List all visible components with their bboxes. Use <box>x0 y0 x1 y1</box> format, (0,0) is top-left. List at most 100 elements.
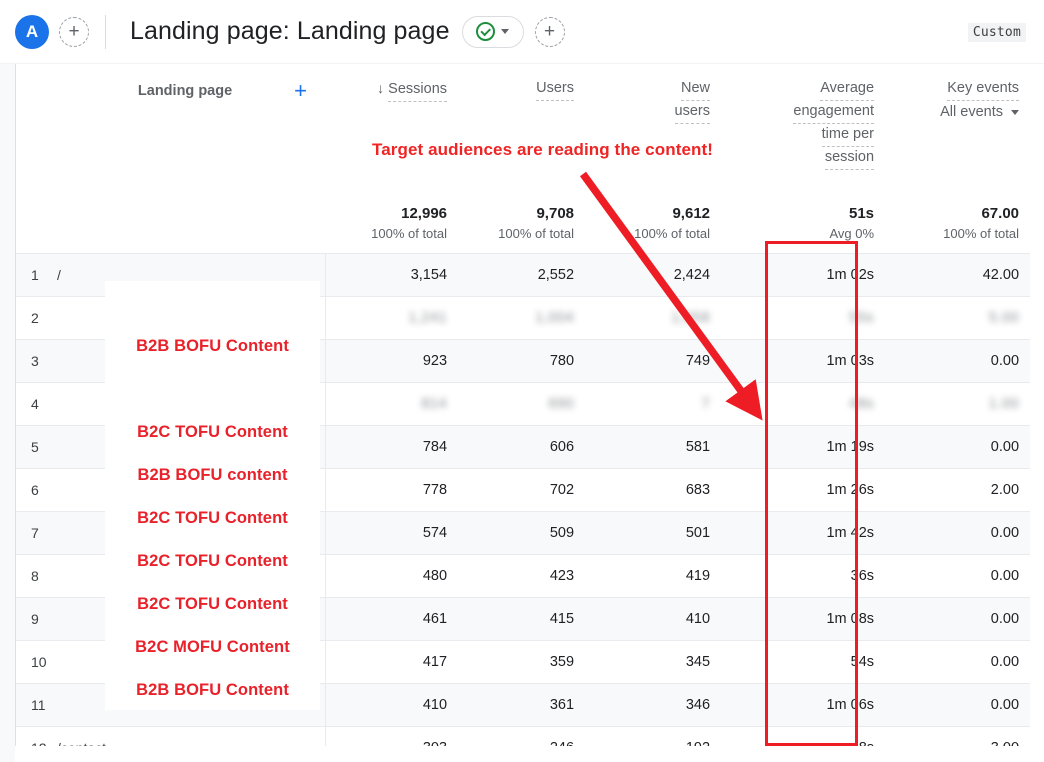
summary-key-events: 67.00 100% of total <box>886 170 1030 254</box>
column-header-avg-engagement[interactable]: Average engagement time per session <box>722 64 886 170</box>
key-events-filter-select[interactable]: All events <box>940 102 1019 123</box>
cell-new-users: 7 <box>586 383 722 426</box>
row-index: 2 <box>16 297 57 340</box>
cell-new-users: 410 <box>586 598 722 641</box>
cell-key-events: 0.00 <box>886 340 1030 383</box>
row-index: 5 <box>16 426 57 469</box>
redacted-value: 1,004 <box>535 310 574 326</box>
cell-avg-engagement: 1m 19s <box>722 426 886 469</box>
summary-sessions: 12,996 100% of total <box>325 170 459 254</box>
cell-users: 415 <box>459 598 586 641</box>
cell-users: 690 <box>459 383 586 426</box>
column-header-sessions[interactable]: ↓Sessions <box>325 64 459 170</box>
row-landing-page <box>57 426 325 469</box>
row-index: 9 <box>16 598 57 641</box>
table-row[interactable]: 67787026831m 26s2.00 <box>16 469 1030 512</box>
summary-key-events-sub: 100% of total <box>886 224 1019 243</box>
table-row[interactable]: 12/contact30324619248s3.00 <box>16 727 1030 747</box>
redacted-value: 5.00 <box>989 310 1019 326</box>
divider <box>105 15 106 49</box>
row-landing-page <box>57 684 325 727</box>
custom-badge: Custom <box>968 23 1026 42</box>
table-row[interactable]: 57846065811m 19s0.00 <box>16 426 1030 469</box>
summary-new-users: 9,612 100% of total <box>586 170 722 254</box>
add-dimension-icon[interactable]: + <box>294 80 307 102</box>
row-landing-page: /contact <box>57 727 325 747</box>
chevron-down-icon[interactable] <box>1011 110 1019 115</box>
summary-new-users-sub: 100% of total <box>586 224 710 243</box>
table-row[interactable]: 94614154101m 08s0.00 <box>16 598 1030 641</box>
cell-sessions: 417 <box>325 641 459 684</box>
column-label-engagement-line4[interactable]: session <box>825 147 874 170</box>
cell-avg-engagement: 1m 06s <box>722 684 886 727</box>
row-index: 8 <box>16 555 57 598</box>
add-comparison-icon[interactable]: + <box>535 17 565 47</box>
row-landing-page <box>57 469 325 512</box>
table-row[interactable]: 21,2411,0041,05855s5.00 <box>16 297 1030 340</box>
cell-sessions: 303 <box>325 727 459 747</box>
chevron-down-icon[interactable] <box>501 29 509 34</box>
add-account-icon[interactable]: + <box>59 17 89 47</box>
column-header-key-events[interactable]: Key events All events <box>886 64 1030 170</box>
cell-avg-engagement: 1m 26s <box>722 469 886 512</box>
cell-key-events: 0.00 <box>886 684 1030 727</box>
column-label-sessions[interactable]: Sessions <box>388 79 447 102</box>
redacted-value: 690 <box>548 396 574 412</box>
key-events-filter-value: All events <box>940 102 1003 123</box>
summary-users-sub: 100% of total <box>459 224 574 243</box>
cell-new-users: 501 <box>586 512 722 555</box>
cell-avg-engagement: 1m 08s <box>722 598 886 641</box>
cell-key-events: 2.00 <box>886 469 1030 512</box>
cell-users: 2,552 <box>459 254 586 297</box>
sort-descending-icon[interactable]: ↓ <box>377 80 384 96</box>
table-row[interactable]: 1/3,1542,5522,4241m 02s42.00 <box>16 254 1030 297</box>
cell-avg-engagement: 48s <box>722 727 886 747</box>
cell-new-users: 683 <box>586 469 722 512</box>
column-header-users[interactable]: Users <box>459 64 586 170</box>
avatar[interactable]: A <box>15 15 49 49</box>
summary-engagement-value: 51s <box>722 170 874 224</box>
column-header-new-users[interactable]: New users <box>586 64 722 170</box>
cell-sessions: 784 <box>325 426 459 469</box>
summary-new-users-value: 9,612 <box>586 170 710 224</box>
column-label-engagement-line2[interactable]: engagement <box>793 101 874 124</box>
table-row[interactable]: 39237807491m 03s0.00 <box>16 340 1030 383</box>
cell-users: 606 <box>459 426 586 469</box>
table-body: 1/3,1542,5522,4241m 02s42.0021,2411,0041… <box>16 254 1030 747</box>
redacted-value: 1.00 <box>989 396 1019 412</box>
column-label-engagement-line3[interactable]: time per <box>822 124 874 147</box>
cell-users: 1,004 <box>459 297 586 340</box>
cell-new-users: 345 <box>586 641 722 684</box>
column-label-new-users-line2[interactable]: users <box>675 101 710 124</box>
table-row[interactable]: 4814690748s1.00 <box>16 383 1030 426</box>
row-index: 7 <box>16 512 57 555</box>
row-index: 12 <box>16 727 57 747</box>
summary-row: 12,996 100% of total 9,708 100% of total… <box>16 170 1030 254</box>
column-label-engagement-line1[interactable]: Average <box>820 78 874 101</box>
row-landing-page <box>57 297 325 340</box>
landing-page-table: Landing page + ↓Sessions Users <box>16 64 1030 746</box>
cell-new-users: 1,058 <box>586 297 722 340</box>
table-row[interactable]: 848042341936s0.00 <box>16 555 1030 598</box>
cell-users: 246 <box>459 727 586 747</box>
cell-avg-engagement: 36s <box>722 555 886 598</box>
cell-key-events: 3.00 <box>886 727 1030 747</box>
left-scroll-rail[interactable] <box>0 64 15 762</box>
column-label-new-users-line1[interactable]: New <box>681 78 710 101</box>
dimension-header-label[interactable]: Landing page <box>138 83 232 99</box>
column-label-key-events[interactable]: Key events <box>947 78 1019 101</box>
report-status-pill[interactable] <box>462 16 524 48</box>
dimension-header-cell: Landing page + <box>16 64 325 170</box>
analytics-report-page: A + Landing page: Landing page + Custom … <box>0 0 1044 762</box>
cell-key-events: 42.00 <box>886 254 1030 297</box>
cell-avg-engagement: 1m 42s <box>722 512 886 555</box>
cell-avg-engagement: 55s <box>722 297 886 340</box>
column-label-users[interactable]: Users <box>536 78 574 101</box>
table-row[interactable]: 114103613461m 06s0.00 <box>16 684 1030 727</box>
summary-key-events-value: 67.00 <box>886 170 1019 224</box>
table-row[interactable]: 75745095011m 42s0.00 <box>16 512 1030 555</box>
cell-users: 702 <box>459 469 586 512</box>
row-landing-page <box>57 598 325 641</box>
table-row[interactable]: 1041735934554s0.00 <box>16 641 1030 684</box>
row-index: 1 <box>16 254 57 297</box>
